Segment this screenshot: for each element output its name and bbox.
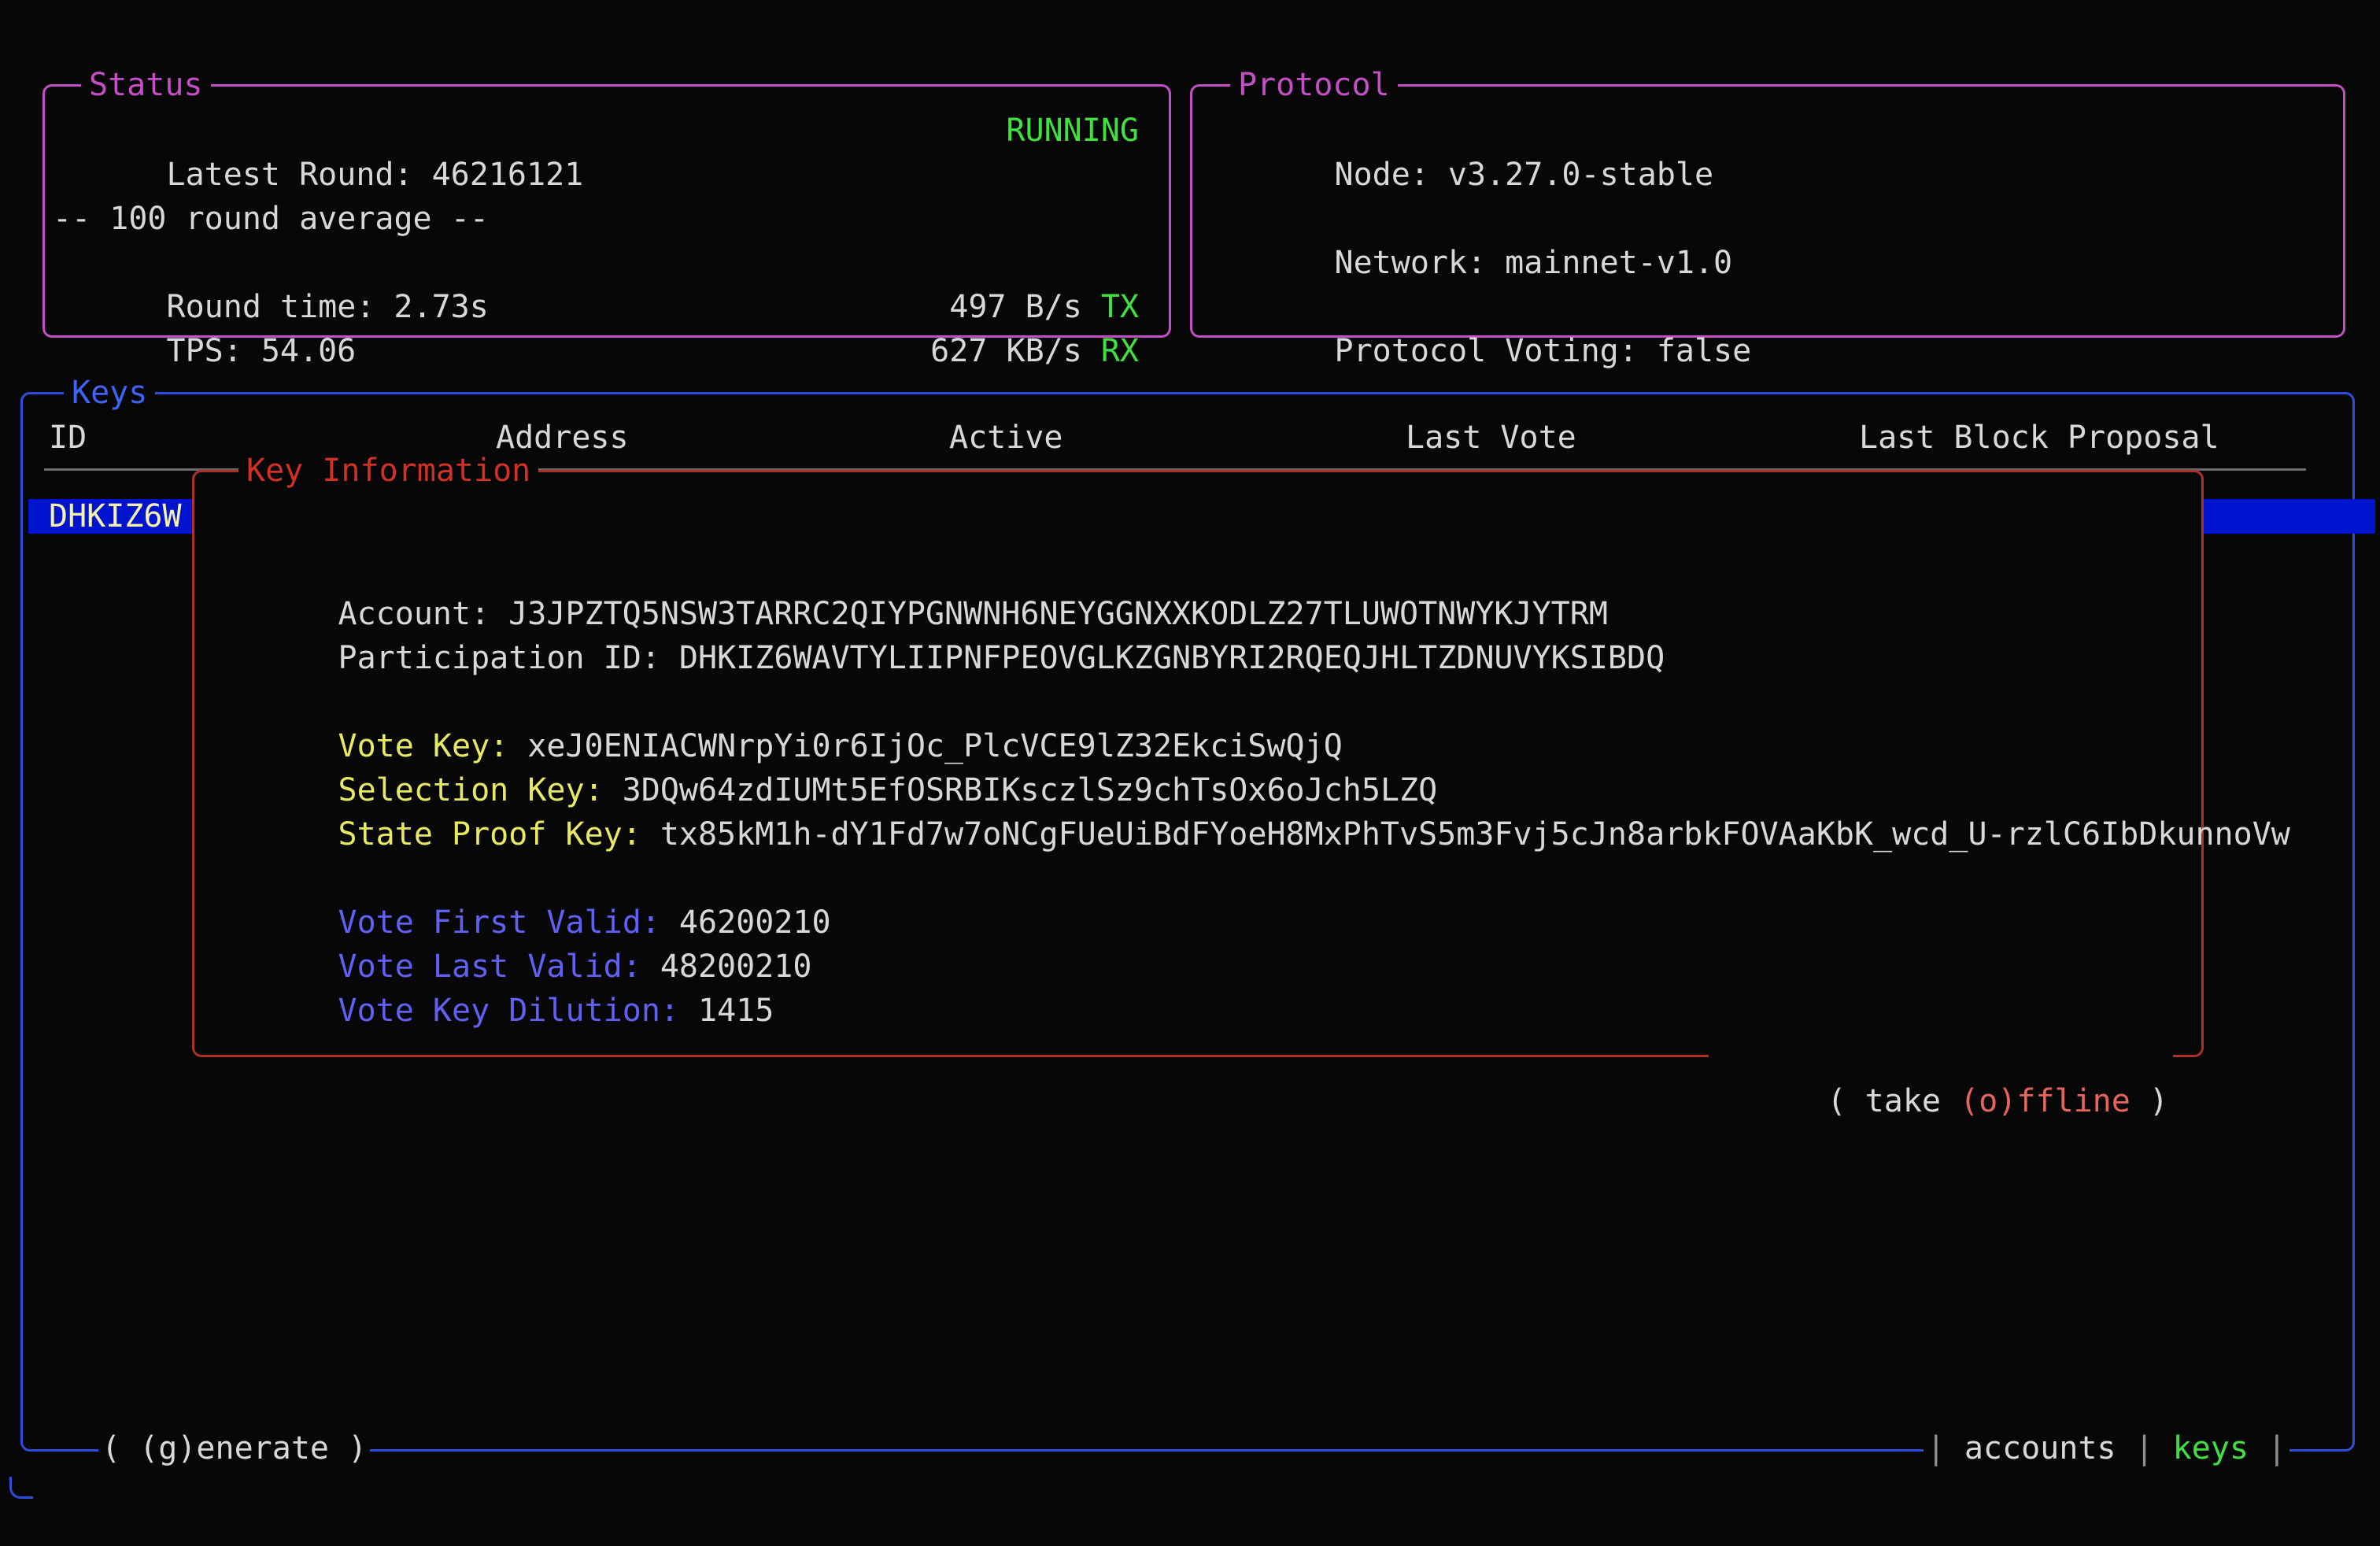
participation-id-label: Participation ID: xyxy=(338,640,660,676)
network-value: mainnet-v1.0 xyxy=(1505,245,1732,281)
tab-separator: | xyxy=(2267,1426,2286,1470)
round-average-header: -- 100 round average -- xyxy=(53,197,489,241)
tab-separator: | xyxy=(1927,1426,1946,1470)
protocol-voting-label: Protocol Voting: xyxy=(1335,333,1638,369)
selected-key-id: DHKIZ6W xyxy=(49,499,182,534)
column-header-id: ID xyxy=(49,416,87,460)
vote-key-dilution-line: Vote Key Dilution: 1415 xyxy=(224,945,774,1077)
tab-keys[interactable]: keys xyxy=(2173,1426,2249,1470)
cutoff-panel-corner xyxy=(9,1477,33,1499)
rx-label: RX xyxy=(1101,333,1139,369)
vote-key-dilution-value: 1415 xyxy=(698,993,774,1029)
take-offline-prefix: ( take xyxy=(1828,1083,1961,1119)
tps-label: TPS: xyxy=(167,333,242,369)
protocol-panel-title: Protocol xyxy=(1230,66,1398,104)
take-offline-suffix: ) xyxy=(2131,1083,2168,1119)
column-header-active: Active xyxy=(949,416,1063,460)
node-version-label: Node: xyxy=(1335,157,1429,193)
node-state-badge: RUNNING xyxy=(1006,109,1139,153)
protocol-panel: Protocol Node:v3.27.0-stable Network:mai… xyxy=(1190,84,2345,338)
key-information-title: Key Information xyxy=(238,452,538,490)
rx-rate-value: 627 KB/s xyxy=(930,333,1082,369)
node-version-value: v3.27.0-stable xyxy=(1448,157,1713,193)
terminal-screen: Status Latest Round: 46216121 RUNNING -- … xyxy=(0,0,2380,1546)
take-offline-button[interactable]: ( take (o)ffline ) xyxy=(1709,1035,2173,1167)
state-proof-key-label: State Proof Key: xyxy=(338,816,641,853)
take-offline-hotkey: (o)ffline xyxy=(1960,1083,2131,1119)
tab-accounts[interactable]: accounts xyxy=(1964,1426,2116,1470)
round-time-value: 2.73s xyxy=(394,289,488,325)
state-proof-key-value: tx85kM1h-dY1Fd7w7oNCgFUeUiBdFYoeH8MxPhTv… xyxy=(660,816,2290,853)
tab-separator: | xyxy=(2134,1426,2153,1470)
status-panel: Status Latest Round:46216121 RUNNING -- … xyxy=(42,84,1171,338)
network-label: Network: xyxy=(1335,245,1487,281)
key-information-dialog: Key Information Account:J3JPZTQ5NSW3TARR… xyxy=(192,470,2204,1057)
participation-id-value: DHKIZ6WAVTYLIIPNFPEOVGLKZGNBYRI2RQEQJHLT… xyxy=(679,640,1665,676)
protocol-voting-value: false xyxy=(1657,333,1751,369)
generate-button[interactable]: ( (g)enerate ) xyxy=(98,1426,370,1470)
tps-value: 54.06 xyxy=(261,333,356,369)
latest-round-value: 46216121 xyxy=(432,157,584,193)
keys-panel-title: Keys xyxy=(64,374,155,412)
bottom-tab-bar: | accounts | keys | xyxy=(1924,1426,2289,1470)
latest-round-label: Latest Round: xyxy=(167,157,413,193)
column-header-last-block-proposal: Last Block Proposal xyxy=(1859,416,2219,460)
vote-key-dilution-label: Vote Key Dilution: xyxy=(338,993,679,1029)
column-header-last-vote: Last Vote xyxy=(1406,416,1576,460)
status-panel-title: Status xyxy=(81,66,211,104)
